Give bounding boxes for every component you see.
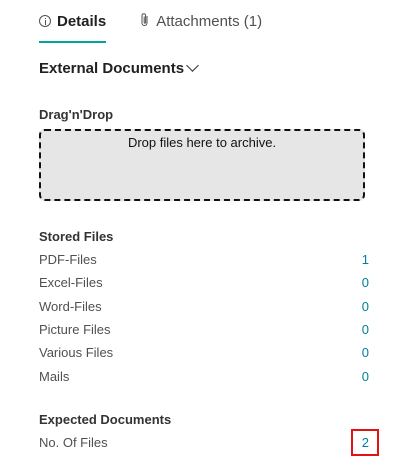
tab-attachments-label: Attachments (1) [156,12,263,30]
tab-details[interactable]: Details [39,8,107,43]
section-title: External Documents [39,60,185,77]
stored-row-picture: Picture Files 0 [39,322,369,337]
info-icon [39,15,51,27]
stored-row-pdf: PDF-Files 1 [39,252,369,267]
stored-files-title: Stored Files [39,229,114,244]
drop-zone-hint: Drop files here to archive. [127,135,277,150]
row-value-link[interactable]: 0 [362,322,369,337]
row-label: Word-Files [39,299,102,314]
row-label: Various Files [39,345,114,360]
dragdrop-label: Drag'n'Drop [39,107,114,122]
row-label: Picture Files [39,322,111,337]
tab-details-label: Details [57,12,107,30]
expected-row-no-of-files: No. Of Files 2 [39,435,369,450]
stored-row-various: Various Files 0 [39,345,369,360]
tab-attachments[interactable]: Attachments (1) [140,8,262,34]
row-value-link[interactable]: 0 [362,275,369,290]
drop-zone[interactable]: Drop files here to archive. [39,129,365,201]
row-label: No. Of Files [39,435,108,450]
stored-row-excel: Excel-Files 0 [39,275,369,290]
stored-row-mails: Mails 0 [39,369,369,384]
paperclip-icon [140,12,150,31]
row-value-link[interactable]: 0 [362,299,369,314]
row-value-link[interactable]: 1 [362,252,369,267]
highlight-box [351,429,379,456]
row-value-link[interactable]: 0 [362,345,369,360]
row-label: Excel-Files [39,275,103,290]
external-documents-header[interactable]: External Documents [39,59,199,77]
row-value-link[interactable]: 0 [362,369,369,384]
chevron-down-icon [186,59,199,72]
tab-bar: Details Attachments (1) [39,8,262,43]
row-label: PDF-Files [39,252,97,267]
stored-row-word: Word-Files 0 [39,299,369,314]
expected-documents-title: Expected Documents [39,412,172,427]
row-label: Mails [39,369,70,384]
